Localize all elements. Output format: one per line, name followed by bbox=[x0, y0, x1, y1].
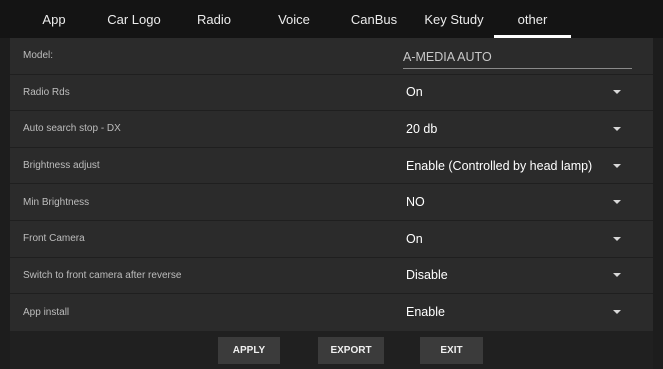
front-camera-label: Front Camera bbox=[23, 233, 85, 245]
setting-row-front-camera[interactable]: Front Camera On bbox=[10, 221, 653, 258]
tab-app[interactable]: App bbox=[14, 0, 94, 38]
dropdown-arrow-icon[interactable] bbox=[613, 200, 621, 205]
min-brightness-value[interactable]: NO bbox=[406, 195, 425, 209]
brightness-adjust-label: Brightness adjust bbox=[23, 160, 100, 172]
dropdown-arrow-icon[interactable] bbox=[613, 126, 621, 131]
model-input[interactable]: A-MEDIA AUTO bbox=[403, 50, 632, 69]
setting-row-auto-search[interactable]: Auto search stop - DX 20 db bbox=[10, 111, 653, 148]
dropdown-arrow-icon[interactable] bbox=[613, 310, 621, 315]
model-label: Model: bbox=[23, 50, 54, 62]
tab-key-study[interactable]: Key Study bbox=[414, 0, 494, 38]
setting-row-min-brightness[interactable]: Min Brightness NO bbox=[10, 184, 653, 221]
tab-canbus[interactable]: CanBus bbox=[334, 0, 414, 38]
dropdown-arrow-icon[interactable] bbox=[613, 236, 621, 241]
tab-other[interactable]: other bbox=[494, 0, 571, 38]
settings-panel: Model: A-MEDIA AUTO Radio Rds On Auto se… bbox=[10, 38, 653, 331]
setting-row-switch-front-camera[interactable]: Switch to front camera after reverse Dis… bbox=[10, 258, 653, 295]
radio-rds-value[interactable]: On bbox=[406, 85, 423, 99]
app-install-label: App install bbox=[23, 306, 70, 318]
tab-radio[interactable]: Radio bbox=[174, 0, 254, 38]
dropdown-arrow-icon[interactable] bbox=[613, 90, 621, 95]
dropdown-arrow-icon[interactable] bbox=[613, 273, 621, 278]
footer-bar: APPLY EXPORT EXIT bbox=[10, 331, 653, 369]
apply-button[interactable]: APPLY bbox=[218, 337, 280, 364]
tab-voice[interactable]: Voice bbox=[254, 0, 334, 38]
dropdown-arrow-icon[interactable] bbox=[613, 163, 621, 168]
app-install-value[interactable]: Enable bbox=[406, 305, 445, 319]
export-button[interactable]: EXPORT bbox=[318, 337, 384, 364]
switch-front-camera-label: Switch to front camera after reverse bbox=[23, 269, 182, 281]
auto-search-label: Auto search stop - DX bbox=[23, 123, 121, 135]
switch-front-camera-value[interactable]: Disable bbox=[406, 268, 448, 282]
brightness-adjust-value[interactable]: Enable (Controlled by head lamp) bbox=[406, 159, 592, 173]
min-brightness-label: Min Brightness bbox=[23, 196, 90, 208]
setting-row-radio-rds[interactable]: Radio Rds On bbox=[10, 75, 653, 112]
setting-row-app-install[interactable]: App install Enable bbox=[10, 294, 653, 331]
exit-button[interactable]: EXIT bbox=[420, 337, 483, 364]
tab-car-logo[interactable]: Car Logo bbox=[94, 0, 174, 38]
front-camera-value[interactable]: On bbox=[406, 232, 423, 246]
radio-rds-label: Radio Rds bbox=[23, 86, 70, 98]
setting-row-brightness-adjust[interactable]: Brightness adjust Enable (Controlled by … bbox=[10, 148, 653, 185]
setting-row-model: Model: A-MEDIA AUTO bbox=[10, 38, 653, 75]
auto-search-value[interactable]: 20 db bbox=[406, 122, 437, 136]
tab-bar: App Car Logo Radio Voice CanBus Key Stud… bbox=[0, 0, 663, 38]
